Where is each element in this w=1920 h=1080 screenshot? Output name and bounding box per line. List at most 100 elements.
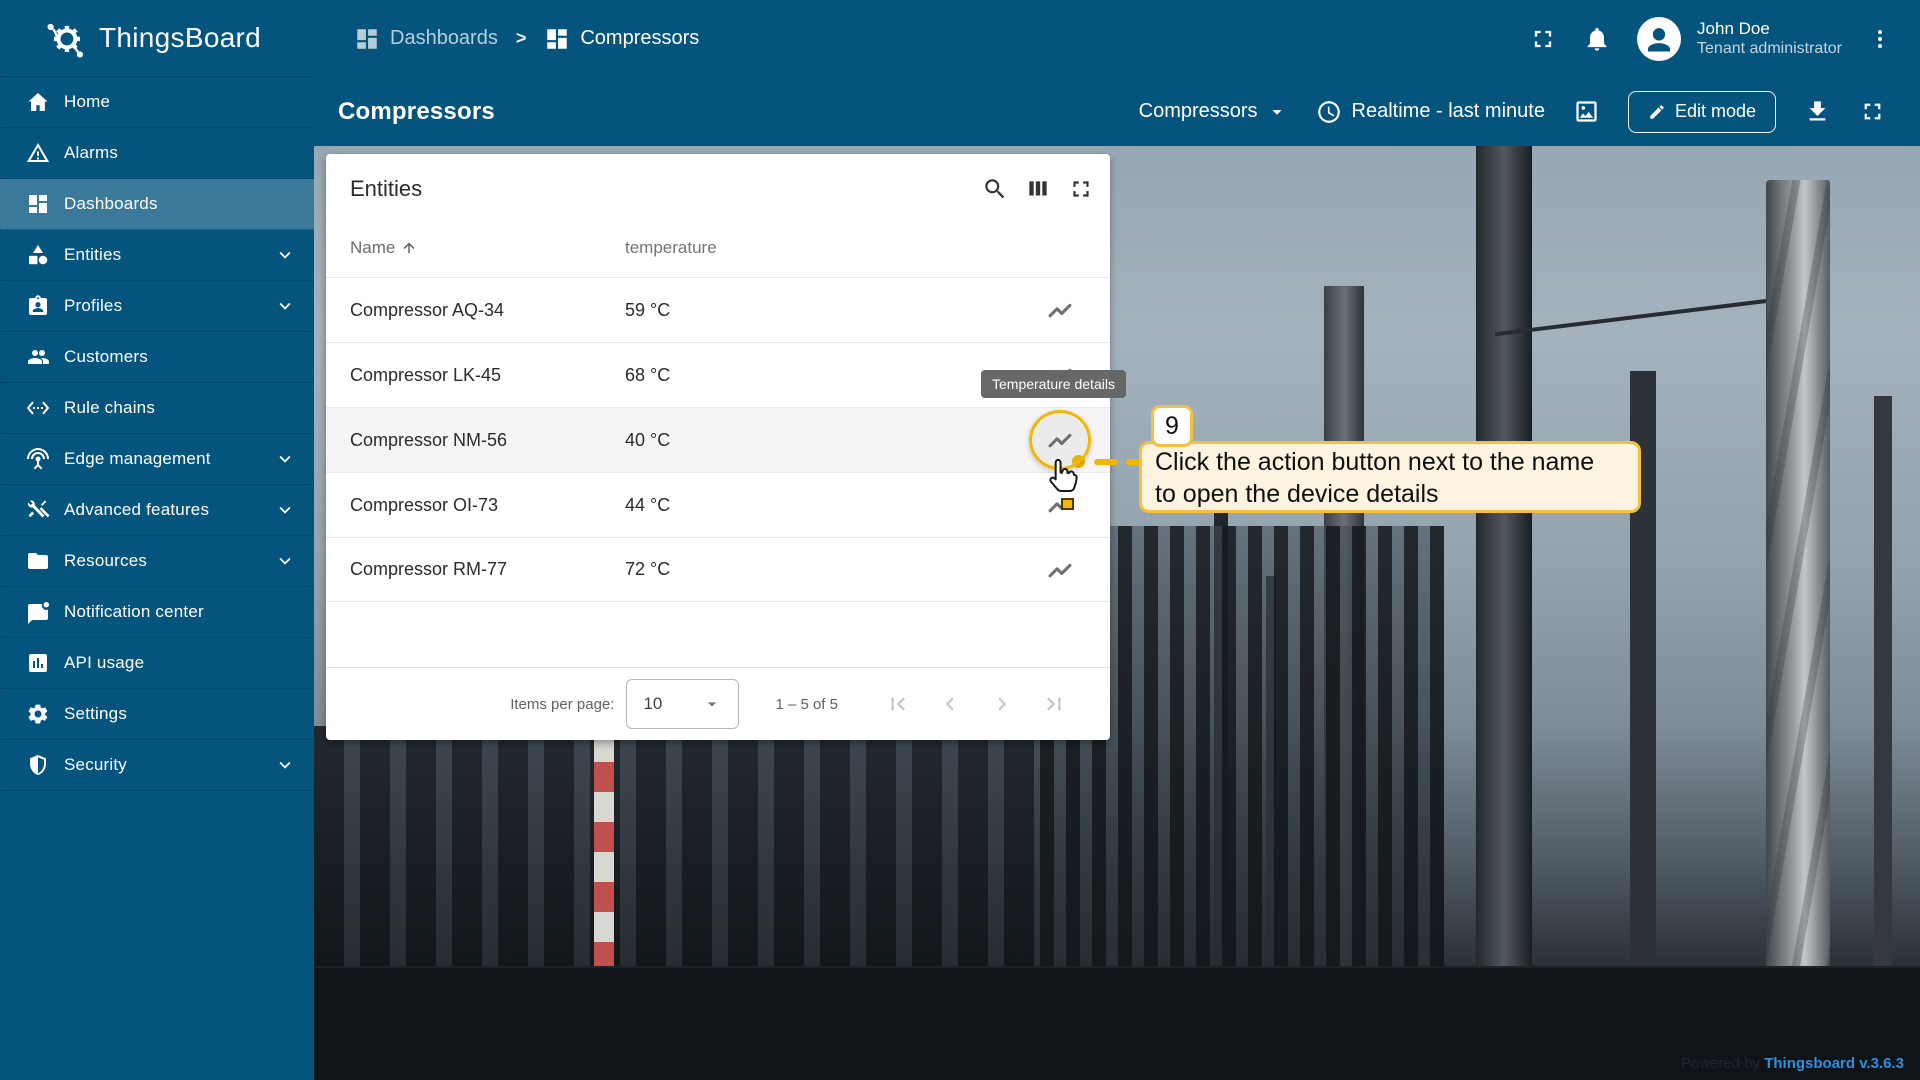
sort-arrow-up-icon xyxy=(401,240,417,256)
user-info[interactable]: John Doe Tenant administrator xyxy=(1697,18,1842,59)
user-name: John Doe xyxy=(1697,18,1842,39)
column-header-temperature[interactable]: temperature xyxy=(625,238,717,258)
thingsboard-logo[interactable]: ThingsBoard xyxy=(0,0,314,77)
chevron-down-icon xyxy=(274,448,296,470)
gear-icon xyxy=(26,702,50,726)
chevron-left-icon xyxy=(937,691,963,717)
timewindow-button[interactable]: Realtime - last minute xyxy=(1316,99,1545,125)
sidebar-item-dashboards[interactable]: Dashboards xyxy=(0,179,314,230)
entity-name-cell: Compressor RM-77 xyxy=(350,559,507,580)
page-size-select[interactable]: 10 xyxy=(626,679,739,729)
temperature-details-action-button[interactable] xyxy=(1039,289,1081,331)
sidebar-item-profiles[interactable]: Profiles xyxy=(0,281,314,332)
download-icon[interactable] xyxy=(1804,98,1831,125)
entity-name-cell: Compressor OI-73 xyxy=(350,495,498,516)
breadcrumb-parent-label: Dashboards xyxy=(390,27,498,50)
folder-icon xyxy=(26,549,50,573)
sidebar-item-label: Resources xyxy=(64,551,147,571)
badge-icon xyxy=(26,294,50,318)
sidebar-item-label: Profiles xyxy=(64,296,122,316)
temperature-cell: 40 °C xyxy=(625,430,670,451)
sidebar-item-advanced-features[interactable]: Advanced features xyxy=(0,485,314,536)
widget-actions xyxy=(982,176,1100,202)
shield-icon xyxy=(26,753,50,777)
thingsboard-app: ThingsBoard Home Alarms Dashboards Entit… xyxy=(0,0,1920,1080)
sidebar-item-rule-chains[interactable]: Rule chains xyxy=(0,383,314,434)
fullscreen-icon[interactable] xyxy=(1068,176,1094,202)
top-bar-actions: John Doe Tenant administrator xyxy=(1529,17,1920,61)
sidebar-item-label: API usage xyxy=(64,653,144,673)
warning-icon xyxy=(26,141,50,165)
timeline-icon xyxy=(1046,556,1074,584)
dashboard-icon xyxy=(544,26,570,52)
tools-icon xyxy=(26,498,50,522)
category-icon xyxy=(26,243,50,267)
first-page-icon xyxy=(885,691,911,717)
temperature-details-action-button[interactable] xyxy=(1039,549,1081,591)
first-page-button[interactable] xyxy=(872,682,924,726)
dropdown-arrow-icon xyxy=(702,694,722,714)
sidebar-item-customers[interactable]: Customers xyxy=(0,332,314,383)
notifications-bell-icon[interactable] xyxy=(1583,25,1611,53)
sidebar-item-settings[interactable]: Settings xyxy=(0,689,314,740)
sidebar-item-entities[interactable]: Entities xyxy=(0,230,314,281)
columns-icon[interactable] xyxy=(1025,176,1051,202)
powered-by-text: Powered by xyxy=(1681,1055,1760,1072)
search-icon[interactable] xyxy=(982,176,1008,202)
last-page-icon xyxy=(1041,691,1067,717)
table-row[interactable]: Compressor AQ-34 59 °C xyxy=(326,277,1110,342)
entities-widget: Entities Name temperature Compressor AQ-… xyxy=(326,154,1110,740)
clock-icon xyxy=(1316,99,1342,125)
fullscreen-icon[interactable] xyxy=(1859,98,1886,125)
entity-name-cell: Compressor LK-45 xyxy=(350,365,501,386)
edit-mode-button[interactable]: Edit mode xyxy=(1628,91,1776,133)
people-icon xyxy=(26,345,50,369)
previous-page-button[interactable] xyxy=(924,682,976,726)
version-link[interactable]: Thingsboard v.3.6.3 xyxy=(1764,1055,1904,1072)
dashboard-state-select[interactable]: Compressors xyxy=(1139,100,1288,123)
image-background-icon[interactable] xyxy=(1573,98,1600,125)
sidebar-item-label: Rule chains xyxy=(64,398,155,418)
fullscreen-icon[interactable] xyxy=(1529,25,1557,53)
temperature-cell: 72 °C xyxy=(625,559,670,580)
chat-unread-icon xyxy=(26,600,50,624)
table-body: Compressor AQ-34 59 °C Compressor LK-45 … xyxy=(326,277,1110,602)
sidebar-item-label: Notification center xyxy=(64,602,204,622)
tooltip-text: Temperature details xyxy=(992,376,1115,392)
chevron-down-icon xyxy=(274,550,296,572)
table-row-highlighted[interactable]: Compressor NM-56 40 °C xyxy=(326,407,1110,472)
sidebar-item-api-usage[interactable]: API usage xyxy=(0,638,314,689)
sidebar-item-alarms[interactable]: Alarms xyxy=(0,128,314,179)
breadcrumb-current-label: Compressors xyxy=(580,27,699,50)
chevron-down-icon xyxy=(274,754,296,776)
sidebar-item-home[interactable]: Home xyxy=(0,77,314,128)
sidebar-item-edge-management[interactable]: Edge management xyxy=(0,434,314,485)
edit-mode-label: Edit mode xyxy=(1675,101,1756,122)
sidebar-item-notification-center[interactable]: Notification center xyxy=(0,587,314,638)
cursor-click-marker xyxy=(1061,498,1074,510)
sidebar-item-security[interactable]: Security xyxy=(0,740,314,791)
user-avatar[interactable] xyxy=(1637,17,1681,61)
timewindow-label: Realtime - last minute xyxy=(1352,100,1545,123)
breadcrumb-dashboards[interactable]: Dashboards xyxy=(354,26,498,52)
table-row[interactable]: Compressor RM-77 72 °C xyxy=(326,537,1110,602)
step-number: 9 xyxy=(1165,412,1179,441)
sidebar-nav: Home Alarms Dashboards Entities Profiles xyxy=(0,77,314,791)
sidebar-item-resources[interactable]: Resources xyxy=(0,536,314,587)
last-page-button[interactable] xyxy=(1028,682,1080,726)
timeline-icon xyxy=(1046,296,1074,324)
page-range-label: 1 – 5 of 5 xyxy=(775,696,838,713)
more-vert-icon[interactable] xyxy=(1868,27,1892,51)
ethernet-icon xyxy=(26,396,50,420)
table-row[interactable]: Compressor OI-73 44 °C xyxy=(326,472,1110,537)
sidebar-item-label: Security xyxy=(64,755,127,775)
dashboard-state-label: Compressors xyxy=(1139,100,1258,123)
callout-text-line2: to open the device details xyxy=(1155,478,1625,510)
next-page-button[interactable] xyxy=(976,682,1028,726)
breadcrumb-compressors[interactable]: Compressors xyxy=(544,26,699,52)
page-size-value: 10 xyxy=(643,694,662,714)
tutorial-callout: Click the action button next to the name… xyxy=(1139,441,1641,513)
paginator-nav xyxy=(872,682,1080,726)
widget-header: Entities xyxy=(326,154,1110,218)
column-header-name[interactable]: Name xyxy=(350,238,417,258)
